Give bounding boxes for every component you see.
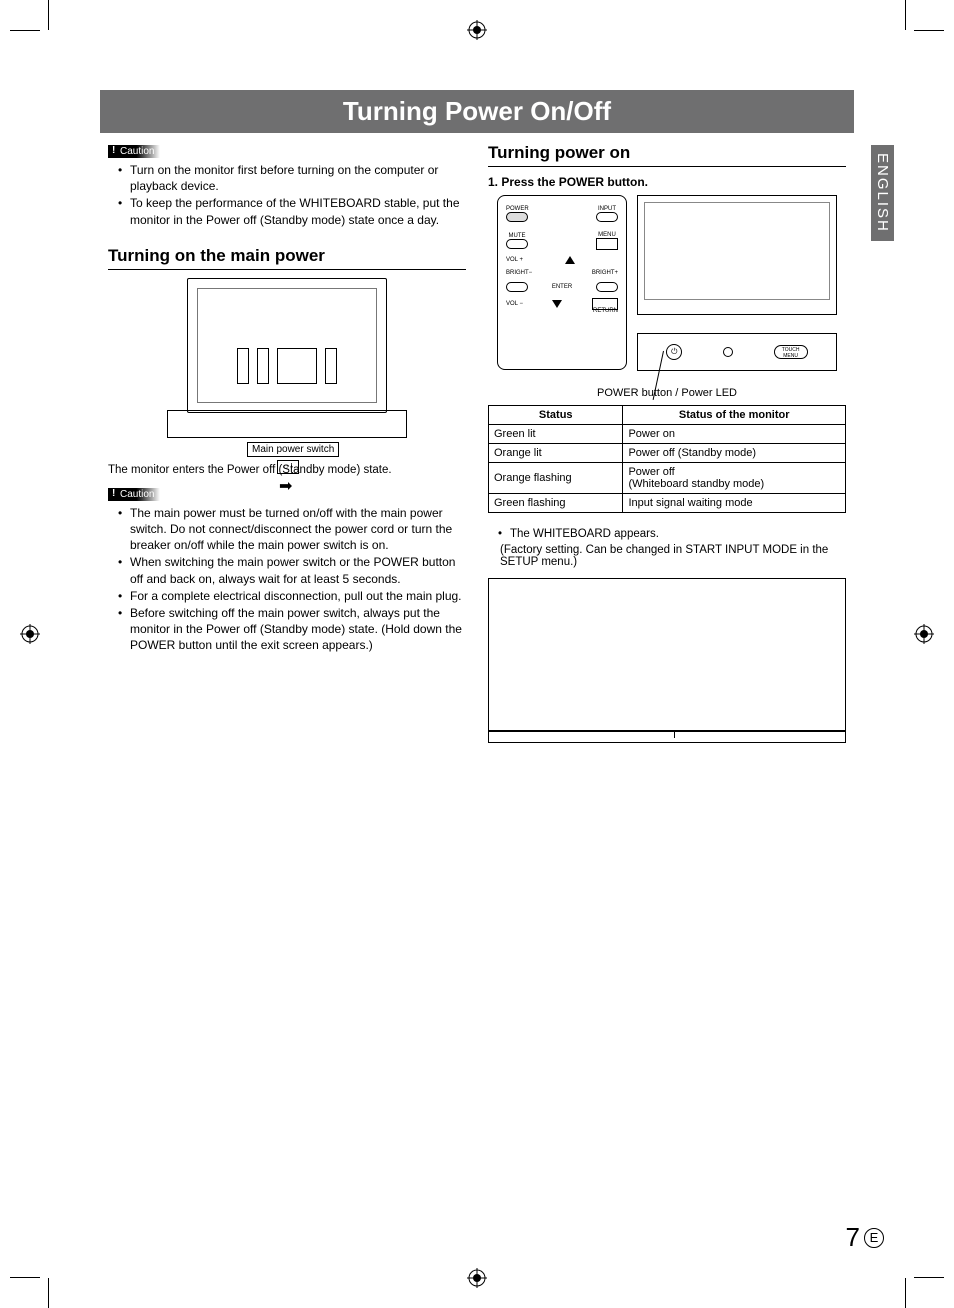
whiteboard-note: The WHITEBOARD appears. (Factory setting…: [488, 527, 846, 568]
table-row: Green flashingInput signal waiting mode: [489, 494, 846, 513]
touch-menu-button: TOUCH MENU: [774, 345, 808, 359]
language-tab: ENGLISH: [871, 145, 894, 241]
table-row: Green litPower on: [489, 425, 846, 444]
registration-mark-icon: [467, 1268, 487, 1288]
table-row: Orange litPower off (Standby mode): [489, 444, 846, 463]
table-row: Orange flashingPower off (Whiteboard sta…: [489, 463, 846, 494]
crop-mark: [48, 0, 49, 30]
caution-item: Before switching off the main power swit…: [118, 605, 466, 654]
caution-list-2: The main power must be turned on/off wit…: [108, 505, 466, 654]
caution-item: Turn on the monitor first before turning…: [118, 162, 466, 194]
caution-list-1: Turn on the monitor first before turning…: [108, 162, 466, 228]
caution-item: To keep the performance of the WHITEBOAR…: [118, 195, 466, 227]
table-header: Status of the monitor: [623, 406, 846, 425]
whiteboard-screen-diagram: [488, 578, 846, 743]
crop-mark: [10, 1277, 40, 1278]
remote-and-monitor-diagram: POWERINPUT MUTEMENU VOL + BRIGHT−BRIGHT+…: [488, 195, 846, 371]
crop-mark: [905, 0, 906, 30]
note-subtext: (Factory setting. Can be changed in STAR…: [488, 544, 846, 568]
power-button-icon: ⏻: [666, 344, 682, 360]
registration-mark-icon: [467, 20, 487, 40]
caution-item: The main power must be turned on/off wit…: [118, 505, 466, 554]
arrow-icon: ➡: [279, 476, 292, 496]
content-columns: Caution Turn on the monitor first before…: [60, 143, 894, 743]
main-power-diagram: Main power switch ○ I ➡: [108, 278, 466, 458]
registration-mark-icon: [914, 624, 934, 644]
step-text: 1. Press the POWER button.: [488, 175, 846, 189]
table-header: Status: [489, 406, 623, 425]
diagram-caption: POWER button / Power LED: [488, 387, 846, 399]
caution-item: When switching the main power switch or …: [118, 554, 466, 586]
manual-page: Turning Power On/Off ENGLISH Caution Tur…: [0, 0, 954, 1308]
note-bullet: The WHITEBOARD appears.: [498, 527, 846, 543]
page-number: 7E: [846, 1222, 884, 1253]
power-led-icon: [723, 347, 733, 357]
power-switch-icon: ○ I: [277, 460, 299, 474]
crop-mark: [10, 30, 40, 31]
status-table: Status Status of the monitor Green litPo…: [488, 405, 846, 513]
caution-badge: Caution: [108, 488, 160, 501]
monitor-front-icon: ⏻ TOUCH MENU: [637, 195, 837, 371]
crop-mark: [48, 1278, 49, 1308]
registration-mark-icon: [20, 624, 40, 644]
right-column: Turning power on 1. Press the POWER butt…: [488, 143, 846, 743]
page-title: Turning Power On/Off: [100, 90, 854, 133]
section-heading: Turning power on: [488, 143, 846, 167]
crop-mark: [905, 1278, 906, 1308]
crop-mark: [914, 1277, 944, 1278]
crop-mark: [914, 30, 944, 31]
caution-item: For a complete electrical disconnection,…: [118, 588, 466, 604]
switch-label: Main power switch: [247, 442, 339, 457]
remote-control-icon: POWERINPUT MUTEMENU VOL + BRIGHT−BRIGHT+…: [497, 195, 627, 370]
caution-badge: Caution: [108, 145, 160, 158]
left-column: Caution Turn on the monitor first before…: [108, 143, 466, 743]
section-heading: Turning on the main power: [108, 246, 466, 270]
